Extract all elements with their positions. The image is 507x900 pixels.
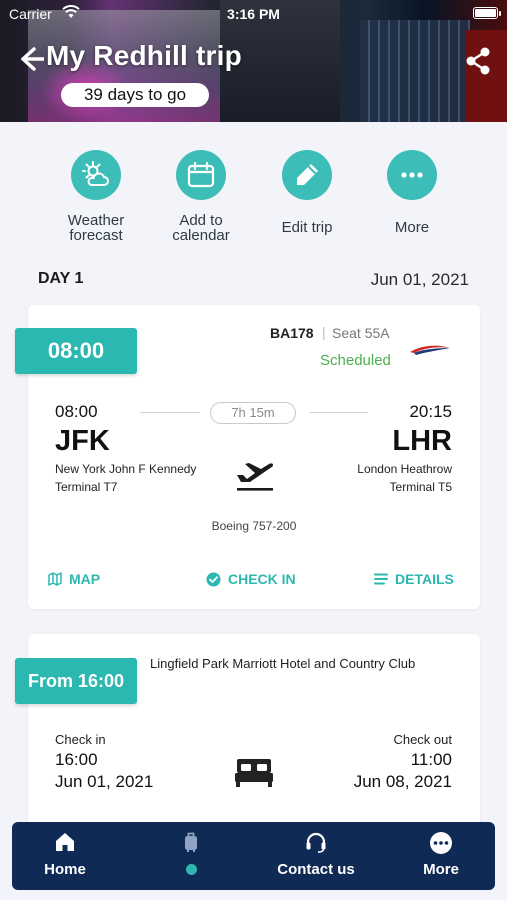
nav-home[interactable]: Home	[10, 822, 120, 890]
headset-icon	[306, 832, 326, 853]
nav-label: Home	[44, 861, 86, 878]
nav-trips[interactable]	[136, 822, 246, 890]
check-in-label: CHECK IN	[228, 571, 296, 587]
more-actions-button[interactable]: More	[360, 150, 464, 235]
luggage-icon	[185, 832, 197, 852]
arrival-code: LHR	[392, 425, 452, 457]
check-in-date: Jun 01, 2021	[55, 772, 154, 791]
map-label: MAP	[69, 571, 101, 587]
back-arrow-icon[interactable]	[14, 42, 44, 76]
bed-icon	[235, 759, 273, 787]
divider	[310, 412, 368, 413]
nav-contact[interactable]: Contact us	[261, 822, 371, 890]
weather-icon	[82, 161, 109, 186]
pencil-icon	[297, 164, 318, 185]
details-button[interactable]: DETAILS	[374, 571, 454, 587]
weather-forecast-button[interactable]: Weather forecast	[44, 150, 148, 243]
check-out-time: 11:00	[410, 750, 452, 769]
nav-label: More	[423, 861, 459, 878]
share-icon[interactable]	[463, 44, 493, 78]
airline-logo-icon	[410, 345, 450, 355]
status-time: 3:16 PM	[227, 6, 280, 22]
nav-label: Contact us	[277, 861, 355, 878]
day-date: Jun 01, 2021	[370, 270, 469, 289]
status-bar: Carrier 3:16 PM	[0, 0, 507, 28]
flight-status: Scheduled	[320, 352, 391, 369]
arrival-time: 20:15	[409, 402, 452, 421]
check-circle-icon	[206, 572, 221, 586]
departure-code: JFK	[55, 425, 110, 457]
seat-number: Seat 55A	[332, 325, 390, 341]
calendar-icon	[187, 161, 215, 188]
home-icon	[56, 833, 74, 851]
flight-number: BA178	[270, 325, 314, 341]
check-in-time: 16:00	[55, 750, 98, 769]
more-icon	[430, 832, 452, 854]
action-label: Weather forecast	[67, 212, 125, 244]
add-to-calendar-button[interactable]: Add to calendar	[149, 150, 253, 243]
bottom-nav: Home Contact us More	[12, 822, 495, 890]
departure-time: 08:00	[55, 402, 98, 421]
battery-icon	[473, 7, 501, 19]
day-label: DAY 1	[38, 270, 84, 287]
action-label: Add to calendar	[172, 212, 230, 244]
flight-duration: 7h 15m	[210, 402, 296, 424]
edit-trip-button[interactable]: Edit trip	[255, 150, 359, 235]
hotel-time-tag: From 16:00	[15, 658, 137, 704]
flight-time-tag: 08:00	[15, 328, 137, 374]
page-title: My Redhill trip	[46, 40, 242, 71]
check-in-label: Check in	[55, 732, 106, 747]
map-icon	[48, 572, 62, 586]
hotel-name: Lingfield Park Marriott Hotel and Countr…	[150, 656, 416, 671]
nav-more[interactable]: More	[386, 822, 496, 890]
check-in-button[interactable]: CHECK IN	[206, 571, 296, 587]
quick-actions: Weather forecast Add to calendar Edit tr…	[0, 150, 507, 250]
departure-terminal: Terminal T7	[55, 480, 118, 494]
more-icon	[401, 172, 423, 178]
separator: |	[322, 324, 326, 340]
check-out-label: Check out	[393, 732, 452, 747]
trip-header: Carrier 3:16 PM My Redhill trip 39 days …	[0, 0, 507, 122]
divider	[140, 412, 200, 413]
aircraft-type: Boeing 757-200	[211, 519, 297, 533]
arrival-airport: London Heathrow	[357, 462, 452, 476]
list-icon	[374, 573, 388, 585]
flight-card-actions: MAP CHECK IN DETAILS	[28, 571, 480, 591]
plane-departure-icon	[237, 463, 274, 491]
arrival-terminal: Terminal T5	[389, 480, 452, 494]
action-label: Edit trip	[281, 219, 333, 236]
active-indicator	[185, 864, 197, 875]
details-label: DETAILS	[395, 571, 454, 587]
departure-airport: New York John F Kennedy	[55, 462, 197, 476]
map-button[interactable]: MAP	[48, 571, 100, 587]
check-out-date: Jun 08, 2021	[353, 772, 452, 791]
countdown-badge: 39 days to go	[61, 83, 209, 107]
action-label: More	[394, 219, 430, 236]
